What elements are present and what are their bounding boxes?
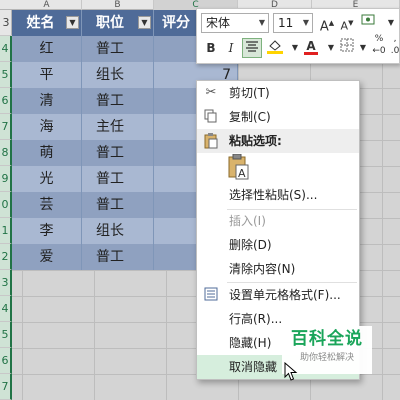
- clipboard-icon: [203, 133, 219, 149]
- mini-format-toolbar: 宋体 ▼ 11 ▼ A▲ A▼ ▼ B I ▼ A ▼ ▼ % ←0 , .0: [196, 8, 400, 64]
- italic-button[interactable]: I: [221, 38, 241, 58]
- chevron-down-icon: ▼: [302, 18, 309, 27]
- grow-font-button[interactable]: A▲: [317, 13, 337, 35]
- menu-item-clear-contents[interactable]: 清除内容(N): [197, 257, 359, 281]
- cell-name[interactable]: 清: [12, 88, 82, 114]
- shrink-font-button[interactable]: A▼: [337, 13, 357, 33]
- cell-name[interactable]: 红: [12, 36, 82, 62]
- decimal-increase-icon: ←0: [372, 46, 386, 56]
- menu-item-label: 删除(D): [229, 238, 272, 252]
- font-size-value: 11: [278, 16, 294, 30]
- row-header[interactable]: 6: [0, 88, 12, 114]
- menu-item-label: 选择性粘贴(S)...: [229, 188, 318, 202]
- menu-item-label: 取消隐藏: [229, 360, 278, 374]
- format-cells-icon: [203, 287, 219, 303]
- decimal-decrease-icon: .0: [390, 46, 400, 56]
- menu-item-label: 插入(I): [229, 214, 266, 228]
- cell-name[interactable]: 爱: [12, 244, 82, 270]
- percent-label: %: [374, 34, 384, 44]
- menu-item-label: 行高(R)...: [229, 312, 283, 326]
- menu-item-label: 复制(C): [229, 110, 271, 124]
- menu-section-paste-options: 粘贴选项:: [197, 129, 359, 153]
- row-header[interactable]: 9: [0, 166, 12, 192]
- row-header-bar: 3 4 5 6 7 8 9 0 1 2 3 4 5 6 7: [0, 10, 12, 400]
- font-size-dropdown[interactable]: 11 ▼: [273, 13, 313, 33]
- fill-color-icon[interactable]: [265, 38, 285, 58]
- row-header[interactable]: 5: [0, 62, 12, 88]
- cell-position[interactable]: 普工: [82, 166, 154, 192]
- comma-style-icon[interactable]: , .0: [385, 33, 400, 56]
- cell-name[interactable]: 李: [12, 218, 82, 244]
- align-center-icon[interactable]: [242, 38, 262, 58]
- header-position-label: 职位: [96, 15, 124, 31]
- cell-name[interactable]: 萌: [12, 140, 82, 166]
- font-color-label: A: [306, 39, 316, 53]
- cell-position[interactable]: 普工: [82, 244, 154, 270]
- row-header[interactable]: 4: [0, 36, 12, 62]
- menu-item-paste-special[interactable]: 选择性粘贴(S)...: [197, 183, 359, 207]
- filter-dropdown-icon[interactable]: ▼: [66, 16, 79, 29]
- cell-name[interactable]: 海: [12, 114, 82, 140]
- row-header[interactable]: 3: [0, 270, 12, 296]
- menu-item-format-cells[interactable]: 设置单元格格式(F)...: [197, 283, 359, 307]
- cell-name[interactable]: 芸: [12, 192, 82, 218]
- menu-item-label: 清除内容(N): [229, 262, 296, 276]
- header-score-label: 评分: [162, 15, 190, 31]
- column-header-b[interactable]: B: [82, 0, 154, 10]
- cell-position[interactable]: 组长: [82, 62, 154, 88]
- cell-position[interactable]: 普工: [82, 140, 154, 166]
- bold-button[interactable]: B: [201, 38, 221, 58]
- row-header[interactable]: 6: [0, 348, 12, 374]
- menu-item-label: 剪切(T): [229, 86, 270, 100]
- cell-position[interactable]: 组长: [82, 218, 154, 244]
- currency-format-icon[interactable]: [359, 13, 379, 33]
- header-cell-name[interactable]: 姓名 ▼: [12, 10, 82, 36]
- shrink-font-label: A: [340, 19, 349, 33]
- row-header[interactable]: 5: [0, 322, 12, 348]
- font-name-dropdown[interactable]: 宋体 ▼: [201, 13, 269, 33]
- mouse-cursor-icon: [284, 362, 298, 381]
- row-header[interactable]: 4: [0, 296, 12, 322]
- header-name-label: 姓名: [26, 15, 55, 31]
- row-header[interactable]: 0: [0, 192, 12, 218]
- font-color-icon[interactable]: A: [301, 36, 321, 56]
- cell-position[interactable]: 主任: [82, 114, 154, 140]
- menu-item-label: 设置单元格格式(F)...: [229, 288, 341, 302]
- row-header[interactable]: 8: [0, 140, 12, 166]
- grow-font-label: A: [319, 19, 329, 35]
- cell-name[interactable]: 平: [12, 62, 82, 88]
- column-header-a[interactable]: A: [12, 0, 82, 10]
- cell-name[interactable]: 光: [12, 166, 82, 192]
- menu-item-insert[interactable]: 插入(I): [197, 209, 359, 233]
- chevron-down-icon[interactable]: ▼: [381, 13, 400, 33]
- header-cell-position[interactable]: 职位 ▼: [82, 10, 154, 36]
- copy-icon: [203, 109, 219, 125]
- row-header[interactable]: 2: [0, 244, 12, 270]
- cell-position[interactable]: 普工: [82, 36, 154, 62]
- menu-item-cut[interactable]: ✂ 剪切(T): [197, 81, 359, 105]
- menu-section-label: 粘贴选项:: [229, 134, 282, 148]
- row-header[interactable]: 7: [0, 114, 12, 140]
- menu-item-delete[interactable]: 删除(D): [197, 233, 359, 257]
- row-header[interactable]: 7: [0, 374, 12, 400]
- cell-position[interactable]: 普工: [82, 88, 154, 114]
- cell-position[interactable]: 普工: [82, 192, 154, 218]
- comma-label: ,: [393, 34, 397, 44]
- menu-item-copy[interactable]: 复制(C): [197, 105, 359, 129]
- chevron-down-icon: ▼: [258, 18, 265, 27]
- font-name-value: 宋体: [206, 16, 231, 30]
- paste-values-icon[interactable]: A: [227, 153, 249, 180]
- row-header[interactable]: 1: [0, 218, 12, 244]
- watermark-title: 百科全说: [291, 329, 363, 349]
- row-header[interactable]: 3: [0, 10, 12, 36]
- svg-text:A: A: [238, 167, 246, 180]
- filter-dropdown-icon[interactable]: ▼: [138, 16, 151, 29]
- scissors-icon: ✂: [205, 85, 217, 100]
- menu-item-label: 隐藏(H): [229, 336, 272, 350]
